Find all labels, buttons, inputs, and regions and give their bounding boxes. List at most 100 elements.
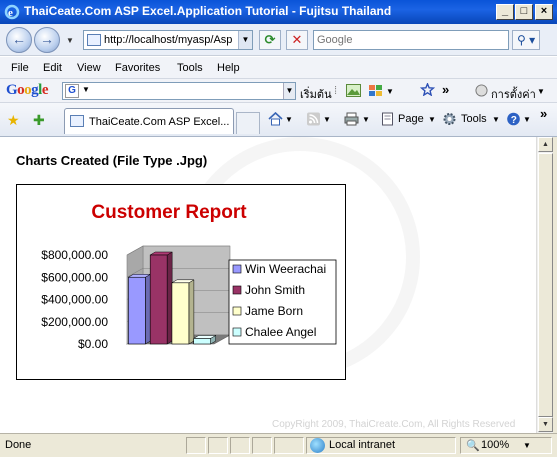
tab-label: ThaiCeate.Com ASP Excel... xyxy=(89,116,230,128)
y-tick-label: $200,000.00 xyxy=(41,315,108,329)
status-pane xyxy=(208,437,228,454)
stop-icon: ✕ xyxy=(291,32,303,47)
search-icon: ⚲ ▾ xyxy=(517,33,536,47)
svg-text:e: e xyxy=(8,7,13,19)
page-icon xyxy=(70,115,84,127)
window-title: ThaiCeate.Com ASP Excel.Application Tuto… xyxy=(24,4,392,18)
scroll-up-icon[interactable]: ▲ xyxy=(538,137,553,152)
maximize-button[interactable]: □ xyxy=(515,4,533,20)
tab-command-bar: ★ ✚ ThaiCeate.Com ASP Excel... ▼ ▼ ▼ Pag… xyxy=(0,103,557,137)
scroll-thumb[interactable] xyxy=(538,153,553,417)
bar xyxy=(128,276,146,345)
settings-circle-icon xyxy=(475,84,488,97)
feeds-dropdown-icon[interactable]: ▼ xyxy=(323,115,331,124)
zoom-icon: 🔍 xyxy=(466,440,480,452)
refresh-icon: ⟳ xyxy=(264,32,276,47)
legend-swatch xyxy=(232,285,242,295)
zoom-dropdown-icon[interactable]: ▼ xyxy=(523,441,531,450)
favorites-center-icon[interactable]: ★ xyxy=(7,112,20,129)
bar-side xyxy=(145,273,151,345)
tools-menu-button[interactable]: Tools xyxy=(461,113,487,125)
page-icon xyxy=(87,34,101,46)
scroll-down-icon[interactable]: ▼ xyxy=(538,417,553,432)
search-button[interactable]: ⚲ ▾ xyxy=(512,30,540,50)
close-button[interactable]: × xyxy=(535,4,553,20)
puzzle-dropdown-icon[interactable]: ▼ xyxy=(386,87,394,96)
copyright-text: CopyRight 2009, ThaiCreate.Com, All Righ… xyxy=(272,419,516,430)
chart-title: Customer Report xyxy=(91,202,247,223)
google-begin-button[interactable]: เริ่มต้น xyxy=(300,85,332,103)
history-dropdown-icon[interactable]: ▼ xyxy=(66,36,74,45)
page-menu-icon xyxy=(382,112,393,126)
menu-bar: File Edit View Favorites Tools Help xyxy=(0,57,557,79)
google-history-dropdown-icon[interactable]: ▼ xyxy=(283,83,295,99)
legend-swatch xyxy=(232,306,242,316)
menu-edit[interactable]: Edit xyxy=(43,62,62,74)
image-icon[interactable] xyxy=(346,84,361,97)
url-input[interactable] xyxy=(104,33,236,47)
zoom-level[interactable]: 100% xyxy=(481,439,509,451)
new-tab-button[interactable] xyxy=(236,112,260,134)
legend-label: Jame Born xyxy=(245,304,303,318)
address-bar[interactable]: ▼ xyxy=(83,30,253,50)
puzzle-icon[interactable] xyxy=(368,84,383,97)
status-pane xyxy=(274,437,304,454)
status-pane xyxy=(230,437,250,454)
y-tick-label: $400,000.00 xyxy=(41,293,108,307)
bar-side xyxy=(166,251,173,345)
help-dropdown-icon[interactable]: ▼ xyxy=(523,115,531,124)
svg-text:?: ? xyxy=(511,115,517,126)
bar-side xyxy=(188,279,195,345)
menu-view[interactable]: View xyxy=(77,62,101,74)
vertical-scrollbar[interactable]: ▲ ▼ xyxy=(536,137,553,433)
stop-button[interactable]: ✕ xyxy=(286,30,308,50)
page-heading: Charts Created (File Type .Jpg) xyxy=(16,153,208,168)
tools-dropdown-icon[interactable]: ▼ xyxy=(492,115,500,124)
legend-swatch xyxy=(232,327,242,337)
status-pane xyxy=(252,437,272,454)
more-chevron-icon[interactable]: » xyxy=(442,82,449,97)
menu-help[interactable]: Help xyxy=(217,62,240,74)
gear-icon xyxy=(443,113,456,125)
globe-icon xyxy=(310,438,325,453)
y-tick-label: $0.00 xyxy=(78,337,108,351)
back-button[interactable]: ← xyxy=(6,27,32,53)
menu-favorites[interactable]: Favorites xyxy=(115,62,160,74)
add-favorites-icon[interactable]: ✚ xyxy=(33,112,45,129)
google-logo[interactable]: Google xyxy=(6,82,49,99)
status-pane xyxy=(186,437,206,454)
page-menu-button[interactable]: Page xyxy=(398,113,424,125)
logo-letter: G xyxy=(6,82,18,98)
page-content: Charts Created (File Type .Jpg) Customer… xyxy=(0,137,536,433)
bar xyxy=(171,282,190,345)
search-input[interactable] xyxy=(317,33,502,47)
chart-svg: Customer Report $0.00 $200,000.00 $400,000… xyxy=(41,202,337,351)
print-dropdown-icon[interactable]: ▼ xyxy=(362,115,370,124)
bookmark-star-icon[interactable] xyxy=(420,83,435,96)
url-dropdown-icon[interactable]: ▼ xyxy=(238,31,252,49)
home-icon[interactable] xyxy=(268,112,283,126)
refresh-button[interactable]: ⟳ xyxy=(259,30,281,50)
back-arrow-icon: ← xyxy=(12,31,26,47)
legend-swatch xyxy=(232,264,242,274)
g-engine-dropdown-icon[interactable]: ▼ xyxy=(82,85,90,94)
more-commands-icon[interactable]: » xyxy=(540,106,547,121)
page-dropdown-icon[interactable]: ▼ xyxy=(428,115,436,124)
feeds-icon[interactable] xyxy=(306,112,321,126)
google-settings-button[interactable]: การตั้งค่า xyxy=(491,85,536,103)
window-frame xyxy=(553,137,557,433)
help-icon[interactable]: ? xyxy=(506,112,521,126)
settings-dropdown-icon[interactable]: ▼ xyxy=(537,87,545,96)
forward-button[interactable]: → xyxy=(34,27,60,53)
menu-tools[interactable]: Tools xyxy=(177,62,203,74)
minimize-button[interactable]: _ xyxy=(496,4,514,20)
menu-file[interactable]: File xyxy=(11,62,29,74)
google-search-field[interactable]: G ▼ ▼ xyxy=(62,82,296,100)
search-box[interactable] xyxy=(313,30,509,50)
tab-active[interactable]: ThaiCeate.Com ASP Excel... xyxy=(64,108,234,134)
legend-label: John Smith xyxy=(245,283,305,297)
print-icon[interactable] xyxy=(344,112,359,126)
home-dropdown-icon[interactable]: ▼ xyxy=(285,115,293,124)
y-tick-label: $800,000.00 xyxy=(41,248,108,262)
status-bar: Done Local intranet 🔍 100% ▼ xyxy=(0,433,557,457)
